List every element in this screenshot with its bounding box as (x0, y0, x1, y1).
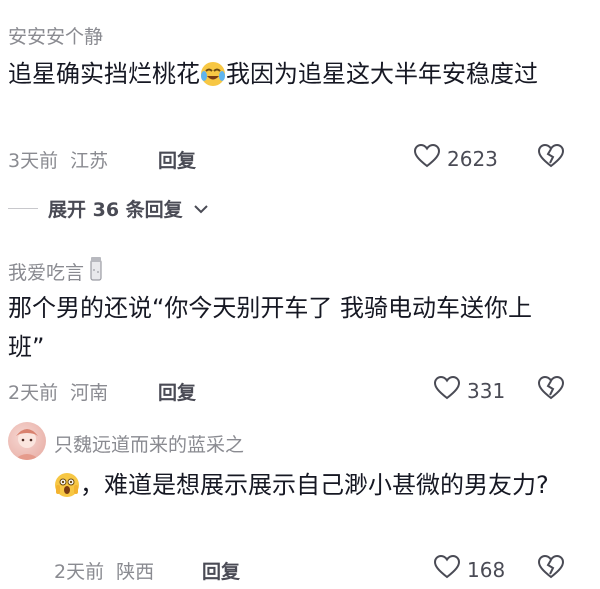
comment-text-part: ，难道是想展示展示自己渺小甚微的男友力? (80, 471, 549, 499)
chevron-down-icon (193, 198, 209, 220)
dislike-button[interactable] (537, 375, 565, 405)
comment-username[interactable]: 安安安个静 (8, 22, 103, 49)
comment-text-part: 追星确实挡烂桃花 (8, 60, 200, 88)
comment-username[interactable]: 只魏远道而来的蓝采之 (54, 430, 244, 457)
heart-icon (433, 375, 461, 405)
comment-meta: 2天前 陕西 (54, 557, 154, 584)
like-button[interactable]: 168 (433, 554, 506, 584)
comment-time: 2天前 (54, 561, 105, 583)
comment-time: 3天前 (8, 150, 59, 172)
like-button[interactable]: 331 (433, 375, 506, 405)
broken-heart-icon (537, 554, 565, 584)
comment-user-row: 我爱吃言 (8, 256, 104, 287)
heart-icon (413, 143, 441, 173)
reply-button[interactable]: 回复 (158, 378, 196, 405)
expand-replies-button[interactable]: 展开 36 条回复 (8, 195, 209, 222)
expand-replies-label: 展开 36 条回复 (48, 199, 183, 221)
comment-meta: 2天前 河南 (8, 378, 108, 405)
reply-button[interactable]: 回复 (158, 146, 196, 173)
divider (8, 208, 38, 209)
like-button[interactable]: 2623 (413, 143, 498, 173)
dislike-button[interactable] (537, 143, 565, 173)
comment-location: 江苏 (70, 150, 109, 172)
comment-text: ，难道是想展示展示自己渺小甚微的男友力? (54, 466, 574, 510)
comment-location: 河南 (70, 382, 109, 404)
broken-heart-icon (537, 143, 565, 173)
avatar[interactable] (8, 422, 46, 460)
like-count: 2623 (447, 146, 498, 171)
shocked-face-emoji (54, 471, 80, 510)
reply-button[interactable]: 回复 (202, 557, 240, 584)
comment-location: 陕西 (116, 561, 155, 583)
comment-time: 2天前 (8, 382, 59, 404)
broken-heart-icon (537, 375, 565, 405)
comment-username[interactable]: 我爱吃言 (8, 258, 84, 285)
heart-icon (433, 554, 461, 584)
comment-text: 追星确实挡烂桃花 我因为追星这大半年安稳度过 (8, 55, 578, 99)
dislike-button[interactable] (537, 554, 565, 584)
like-count: 331 (467, 378, 506, 403)
salt-shaker-icon (88, 256, 104, 287)
comment-text: 那个男的还说“你今天别开车了 我骑电动车送你上班” (8, 294, 533, 361)
comment-text-part: 我因为追星这大半年安稳度过 (226, 60, 538, 88)
like-count: 168 (467, 557, 506, 582)
crying-laughing-emoji (200, 60, 226, 99)
comment-meta: 3天前 江苏 (8, 146, 108, 173)
